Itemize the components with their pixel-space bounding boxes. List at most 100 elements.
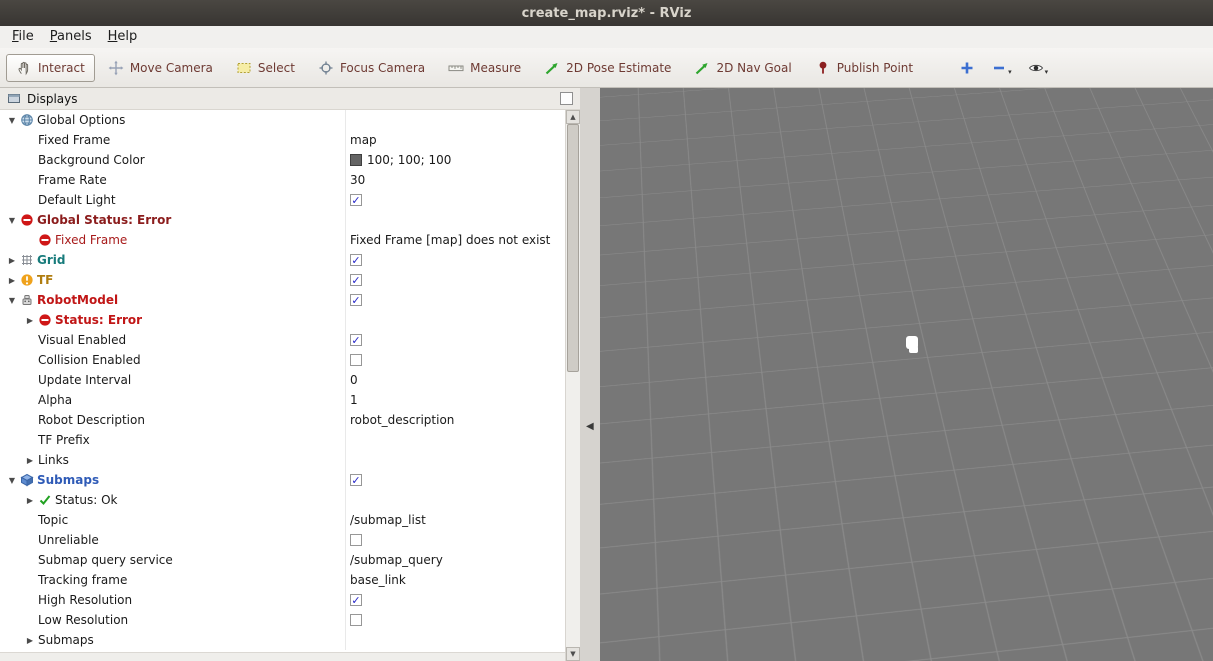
vertical-scrollbar[interactable]: ▲ ▼: [565, 110, 580, 661]
horizontal-scrollbar[interactable]: [0, 652, 565, 661]
remove-tool-button[interactable]: ▾: [989, 57, 1014, 79]
checkbox-checked[interactable]: ✓: [350, 254, 362, 266]
tool-2d-nav-goal[interactable]: 2D Nav Goal: [684, 54, 801, 82]
property-value-cell[interactable]: robot_description: [346, 410, 565, 430]
property-value-cell[interactable]: /submap_list: [346, 510, 565, 530]
tool-2d-pose-estimate[interactable]: 2D Pose Estimate: [534, 54, 681, 82]
property-value-cell[interactable]: [346, 350, 565, 370]
expander-open-icon[interactable]: ▼: [4, 116, 20, 125]
property-value-cell[interactable]: 0: [346, 370, 565, 390]
collapse-panel-arrow-icon[interactable]: ◀: [586, 422, 594, 432]
tool-publish-point[interactable]: Publish Point: [805, 54, 923, 82]
display-row[interactable]: Topic/submap_list: [0, 510, 565, 530]
checkbox-checked[interactable]: ✓: [350, 334, 362, 346]
expander-closed-icon[interactable]: ▶: [22, 636, 38, 645]
tool-measure[interactable]: Measure: [438, 54, 531, 82]
add-tool-button[interactable]: [957, 57, 977, 79]
property-value-cell[interactable]: 30: [346, 170, 565, 190]
property-name-cell: ▼RobotModel: [0, 290, 346, 310]
expander-closed-icon[interactable]: ▶: [4, 276, 20, 285]
display-row[interactable]: ▶Status: Error: [0, 310, 565, 330]
property-value-cell[interactable]: 1: [346, 390, 565, 410]
display-row[interactable]: Background Color100; 100; 100: [0, 150, 565, 170]
property-value-cell[interactable]: ✓: [346, 470, 565, 490]
3d-viewport[interactable]: [600, 88, 1213, 661]
displays-panel: Displays ▼Global OptionsFixed FramemapBa…: [0, 88, 580, 661]
property-value-cell[interactable]: [346, 530, 565, 550]
display-row[interactable]: Tracking framebase_link: [0, 570, 565, 590]
display-row[interactable]: TF Prefix: [0, 430, 565, 450]
color-swatch[interactable]: [350, 154, 362, 166]
checkbox-unchecked[interactable]: [350, 614, 362, 626]
property-value-cell[interactable]: ✓: [346, 330, 565, 350]
property-value-cell[interactable]: ✓: [346, 290, 565, 310]
tool-move-camera[interactable]: Move Camera: [98, 54, 223, 82]
expander-open-icon[interactable]: ▼: [4, 476, 20, 485]
tool-visibility-button[interactable]: ▾: [1026, 57, 1051, 79]
tool-select[interactable]: Select: [226, 54, 305, 82]
property-value-cell[interactable]: base_link: [346, 570, 565, 590]
menu-item-file[interactable]: File: [4, 28, 42, 46]
expander-closed-icon[interactable]: ▶: [22, 496, 38, 505]
checkbox-unchecked[interactable]: [350, 534, 362, 546]
property-value-cell[interactable]: ✓: [346, 190, 565, 210]
property-name-cell: ▼Global Options: [0, 110, 346, 130]
property-value-cell[interactable]: 100; 100; 100: [346, 150, 565, 170]
scroll-down-button[interactable]: ▼: [566, 647, 580, 661]
expander-open-icon[interactable]: ▼: [4, 216, 20, 225]
display-row[interactable]: Fixed Framemap: [0, 130, 565, 150]
menu-item-help[interactable]: Help: [100, 28, 146, 46]
scrollbar-thumb[interactable]: [567, 124, 579, 372]
display-row[interactable]: ▼RobotModel ✓: [0, 290, 565, 310]
property-value-cell[interactable]: ✓: [346, 270, 565, 290]
display-row[interactable]: Visual Enabled✓: [0, 330, 565, 350]
panel-float-button[interactable]: [560, 92, 573, 105]
tool-interact[interactable]: Interact: [6, 54, 95, 82]
scroll-up-button[interactable]: ▲: [566, 110, 580, 124]
property-value-cell[interactable]: [346, 610, 565, 630]
property-label: Grid: [37, 253, 65, 267]
display-row[interactable]: Submap query service/submap_query: [0, 550, 565, 570]
toolbar-tools: InteractMove CameraSelectFocus CameraMea…: [6, 54, 923, 82]
property-value-cell[interactable]: map: [346, 130, 565, 150]
checkbox-checked[interactable]: ✓: [350, 294, 362, 306]
display-row[interactable]: ▶TF✓: [0, 270, 565, 290]
checkbox-checked[interactable]: ✓: [350, 474, 362, 486]
checkbox-checked[interactable]: ✓: [350, 594, 362, 606]
expander-closed-icon[interactable]: ▶: [4, 256, 20, 265]
property-value-cell[interactable]: Fixed Frame [map] does not exist: [346, 230, 565, 250]
display-row[interactable]: Default Light✓: [0, 190, 565, 210]
display-row[interactable]: ▶ Grid ✓: [0, 250, 565, 270]
expander-closed-icon[interactable]: ▶: [22, 456, 38, 465]
display-row[interactable]: ▼Global Options: [0, 110, 565, 130]
display-row[interactable]: Collision Enabled: [0, 350, 565, 370]
tool-focus-camera[interactable]: Focus Camera: [308, 54, 435, 82]
toolbar-actions: ▾▾: [957, 57, 1050, 79]
checkbox-checked[interactable]: ✓: [350, 194, 362, 206]
display-row[interactable]: Low Resolution: [0, 610, 565, 630]
checkbox-unchecked[interactable]: [350, 354, 362, 366]
property-value-cell[interactable]: [346, 430, 565, 450]
menu-item-panels[interactable]: Panels: [42, 28, 100, 46]
display-row[interactable]: ▼Global Status: Error: [0, 210, 565, 230]
property-value-cell[interactable]: ✓: [346, 590, 565, 610]
display-row[interactable]: Robot Descriptionrobot_description: [0, 410, 565, 430]
display-row[interactable]: ▶Submaps: [0, 630, 565, 650]
expander-open-icon[interactable]: ▼: [4, 296, 20, 305]
checkbox-checked[interactable]: ✓: [350, 274, 362, 286]
select-icon: [236, 60, 252, 76]
property-value-cell[interactable]: /submap_query: [346, 550, 565, 570]
display-row[interactable]: Update Interval0: [0, 370, 565, 390]
property-value-cell: [346, 310, 565, 330]
display-row[interactable]: ▼Submaps✓: [0, 470, 565, 490]
display-row[interactable]: Unreliable: [0, 530, 565, 550]
expander-closed-icon[interactable]: ▶: [22, 316, 38, 325]
property-value-cell[interactable]: ✓: [346, 250, 565, 270]
display-row[interactable]: ▶Status: Ok: [0, 490, 565, 510]
display-row[interactable]: Alpha1: [0, 390, 565, 410]
display-row[interactable]: ▶Links: [0, 450, 565, 470]
panel-splitter[interactable]: ◀: [580, 88, 600, 661]
display-row[interactable]: High Resolution✓: [0, 590, 565, 610]
display-row[interactable]: Frame Rate30: [0, 170, 565, 190]
display-row[interactable]: Fixed FrameFixed Frame [map] does not ex…: [0, 230, 565, 250]
